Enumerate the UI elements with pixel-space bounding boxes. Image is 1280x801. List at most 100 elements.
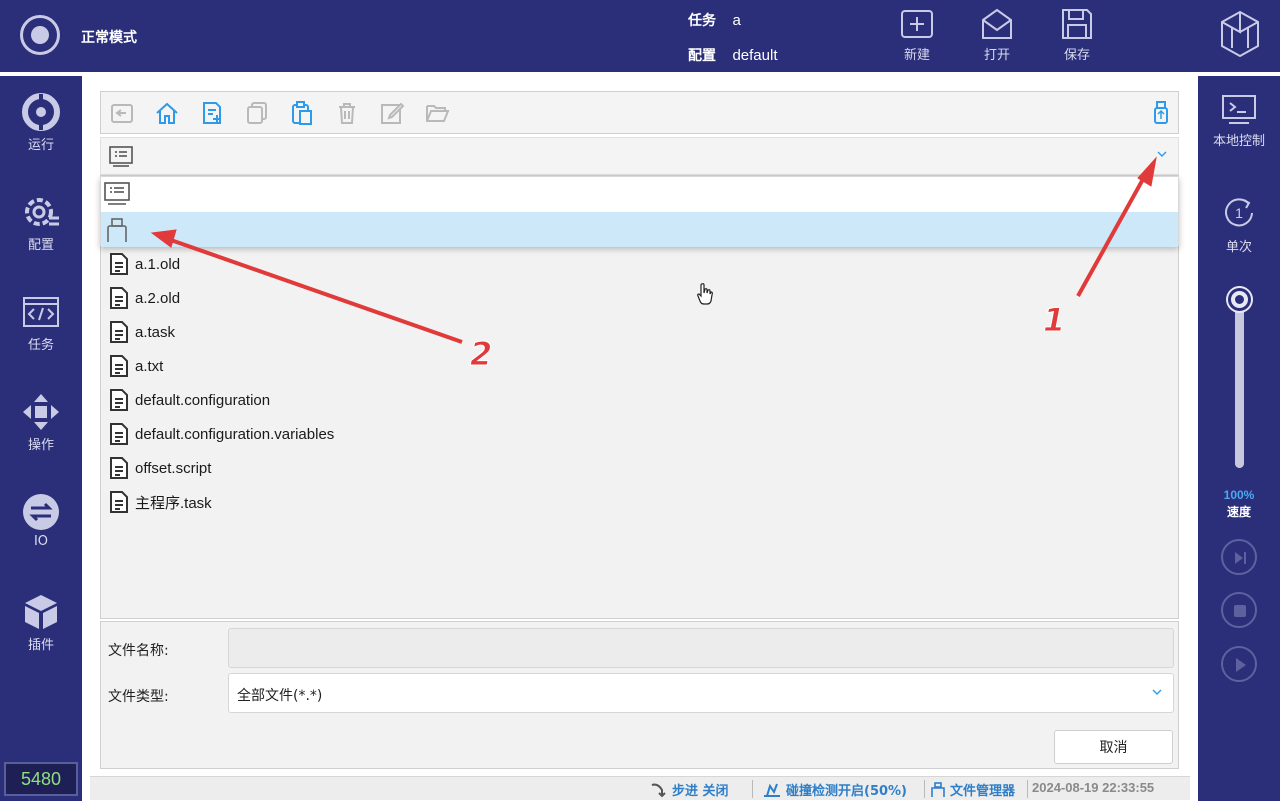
home-icon[interactable]	[154, 100, 180, 126]
status-bar: 步进 关闭 碰撞检测开启(50%) 文件管理器 2024-08-19 22:33…	[90, 776, 1190, 800]
file-toolbar	[100, 91, 1179, 134]
nav-task[interactable]: 任务	[0, 292, 82, 382]
cube-icon	[25, 595, 57, 629]
nav-operate[interactable]: 操作	[0, 392, 82, 482]
file-item[interactable]: a.2.old	[109, 283, 609, 313]
step-forward-button[interactable]	[1221, 539, 1257, 575]
file-item[interactable]: a.txt	[109, 351, 609, 381]
clock: 2024-08-19 22:33:55	[1032, 780, 1155, 795]
step-status[interactable]: 步进 关闭	[650, 780, 729, 799]
document-icon	[110, 253, 128, 275]
file-name: a.txt	[135, 357, 164, 375]
file-manager-status[interactable]: 文件管理器	[930, 780, 1015, 799]
play-icon	[1236, 658, 1246, 672]
play-button[interactable]	[1221, 646, 1257, 682]
new-file-icon	[901, 10, 933, 38]
file-item[interactable]: a.task	[109, 317, 609, 347]
nav-config[interactable]: 配置	[0, 192, 82, 282]
dropdown-option-local[interactable]	[101, 177, 1178, 212]
single-run-button[interactable]: 1 单次	[1198, 194, 1280, 255]
file-name: default.configuration	[135, 391, 271, 409]
file-manager-status-text: 文件管理器	[950, 784, 1016, 799]
speed-slider-track[interactable]	[1235, 286, 1244, 468]
annotation-number-1: 1	[1042, 301, 1066, 340]
step-status-text: 步进 关闭	[672, 784, 729, 799]
usb-icon[interactable]	[1148, 100, 1174, 126]
file-name-label: 文件名称:	[108, 643, 169, 659]
speed-slider-fill	[1235, 286, 1244, 468]
copy-icon[interactable]	[244, 100, 270, 126]
collision-icon	[764, 783, 780, 797]
stop-icon	[1234, 605, 1246, 617]
save-disk-icon	[1062, 9, 1092, 39]
file-item[interactable]: a.1.old	[109, 249, 609, 279]
open-envelope-icon	[982, 8, 1012, 39]
stop-button[interactable]	[1221, 592, 1257, 628]
mode-icon[interactable]	[20, 15, 60, 55]
annotation-number-2: 2	[469, 335, 493, 374]
counter-display: 5480	[4, 762, 78, 796]
run-icon	[22, 93, 60, 131]
file-type-select[interactable]: 全部文件(*.*)	[228, 673, 1174, 713]
document-icon	[110, 423, 128, 445]
file-type-label: 文件类型:	[108, 689, 169, 705]
local-control-label: 本地控制	[1212, 134, 1265, 149]
step-forward-icon	[1235, 552, 1246, 564]
open-button[interactable]: 打开	[967, 6, 1027, 66]
status-divider	[924, 780, 925, 798]
task-key: 任务	[688, 13, 716, 29]
single-cycle-icon: 1	[1225, 198, 1253, 227]
open-label: 打开	[983, 48, 1010, 63]
file-item[interactable]: default.configuration	[109, 385, 609, 415]
file-name: a.1.old	[135, 255, 181, 273]
file-name: offset.script	[135, 459, 212, 477]
cancel-button[interactable]: 取消	[1054, 730, 1173, 764]
file-name: a.2.old	[135, 289, 181, 307]
nav-plugin[interactable]: 插件	[0, 592, 82, 682]
nav-io[interactable]: IO	[0, 492, 82, 582]
document-icon	[110, 287, 128, 309]
file-dialog-form: 文件名称: 文件类型: 全部文件(*.*) 取消	[100, 621, 1179, 769]
rename-icon[interactable]	[379, 100, 405, 126]
mode-label: 正常模式	[81, 30, 137, 46]
chevron-down-icon	[1152, 689, 1162, 695]
nav-task-label: 任务	[27, 338, 54, 353]
dropdown-option-usb[interactable]	[101, 212, 1178, 247]
file-name: default.configuration.variables	[135, 425, 335, 443]
task-value: a	[732, 12, 741, 29]
file-name-input[interactable]	[228, 628, 1174, 668]
usb-drive-icon	[107, 218, 127, 242]
speed-slider-handle[interactable]	[1228, 288, 1251, 311]
brand-logo-icon	[1221, 10, 1259, 58]
chevron-down-icon[interactable]	[1156, 149, 1168, 159]
right-sidebar: 本地控制 1 单次 100% 速度	[1198, 76, 1280, 801]
file-item[interactable]: offset.script	[109, 453, 609, 483]
status-divider	[752, 780, 753, 798]
new-button[interactable]: 新建	[887, 6, 947, 66]
collision-status-text: 碰撞检测开启(50%)	[786, 784, 907, 799]
location-selector[interactable]	[100, 137, 1179, 175]
nav-config-label: 配置	[27, 238, 54, 253]
local-control-button[interactable]: 本地控制	[1198, 94, 1280, 149]
local-storage-icon	[109, 146, 133, 167]
save-label: 保存	[1063, 48, 1090, 63]
back-icon[interactable]	[109, 100, 135, 126]
open-folder-icon[interactable]	[424, 100, 450, 126]
delete-icon[interactable]	[334, 100, 360, 126]
collision-status[interactable]: 碰撞检测开启(50%)	[762, 780, 907, 799]
new-file-icon[interactable]	[199, 100, 225, 126]
document-icon	[110, 321, 128, 343]
paste-icon[interactable]	[289, 100, 315, 126]
nav-run[interactable]: 运行	[0, 92, 82, 182]
top-bar: 正常模式 任务 a 配置 default 新建 打开 保存	[0, 0, 1280, 72]
file-item[interactable]: 主程序.task	[109, 487, 609, 517]
save-button[interactable]: 保存	[1047, 6, 1107, 66]
gear-icon	[25, 198, 59, 226]
speed-label: 速度	[1226, 505, 1251, 519]
move-arrows-icon	[23, 394, 59, 430]
file-item[interactable]: default.configuration.variables	[109, 419, 609, 449]
config-key: 配置	[688, 48, 716, 64]
io-exchange-icon	[23, 494, 59, 530]
file-manager-panel: a.1.old a.2.old a.task a.txt default.con…	[82, 76, 1198, 801]
document-icon	[110, 355, 128, 377]
